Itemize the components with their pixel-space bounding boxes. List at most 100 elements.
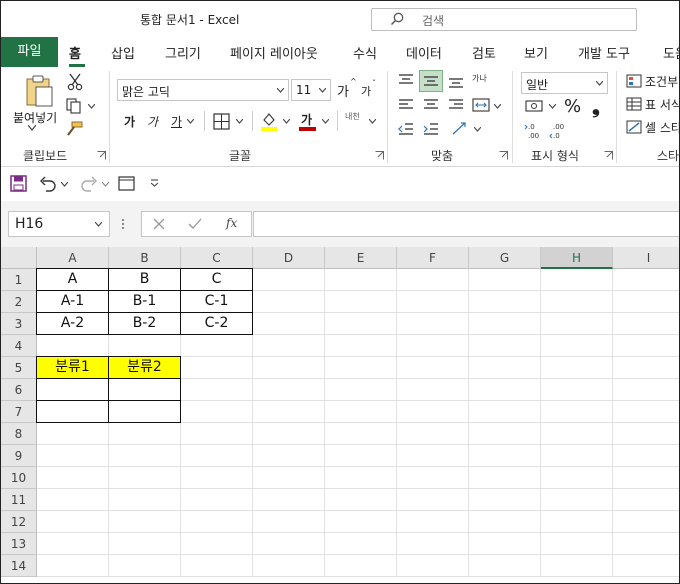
- tab-data[interactable]: 데이터: [406, 43, 442, 62]
- cell-e6[interactable]: [325, 379, 397, 401]
- formula-input[interactable]: [253, 211, 679, 237]
- fill-color-icon[interactable]: [260, 111, 278, 131]
- cell-c12[interactable]: [181, 511, 253, 533]
- customize-qat-icon[interactable]: [150, 178, 159, 187]
- cell-i3[interactable]: [613, 313, 679, 335]
- cell-g1[interactable]: [469, 269, 541, 291]
- cell-c5[interactable]: [181, 357, 253, 379]
- cell-h12[interactable]: [541, 511, 613, 533]
- borders-chevron-down-icon[interactable]: [236, 119, 243, 124]
- cell-g6[interactable]: [469, 379, 541, 401]
- cell-e12[interactable]: [325, 511, 397, 533]
- cell-e1[interactable]: [325, 269, 397, 291]
- cell-e4[interactable]: [325, 335, 397, 357]
- align-left-icon[interactable]: [397, 98, 415, 112]
- cell-h5[interactable]: [541, 357, 613, 379]
- cell-d13[interactable]: [253, 533, 325, 555]
- cell-c7[interactable]: [181, 401, 253, 423]
- increase-decimal-icon[interactable]: .0.00: [524, 121, 546, 139]
- cell-e2[interactable]: [325, 291, 397, 313]
- cell-f8[interactable]: [397, 423, 469, 445]
- tab-review[interactable]: 검토: [472, 43, 496, 62]
- cell-c14[interactable]: [181, 555, 253, 577]
- cell-g12[interactable]: [469, 511, 541, 533]
- cell-b11[interactable]: [109, 489, 181, 511]
- cell-g5[interactable]: [469, 357, 541, 379]
- borders-icon[interactable]: [213, 113, 230, 130]
- row-header-2[interactable]: 2: [1, 291, 37, 313]
- cell-i10[interactable]: [613, 467, 679, 489]
- number-launcher-icon[interactable]: [604, 151, 613, 160]
- save-icon[interactable]: [10, 175, 27, 192]
- cell-b13[interactable]: [109, 533, 181, 555]
- cell-i4[interactable]: [613, 335, 679, 357]
- cell-b1[interactable]: B: [108, 268, 181, 291]
- cell-f5[interactable]: [397, 357, 469, 379]
- cell-h2[interactable]: [541, 291, 613, 313]
- row-header-14[interactable]: 14: [1, 555, 37, 577]
- column-header-h[interactable]: H: [541, 247, 613, 269]
- form-icon[interactable]: [118, 176, 135, 191]
- name-box-chevron-down-icon[interactable]: [95, 222, 102, 227]
- row-header-13[interactable]: 13: [1, 533, 37, 555]
- cell-a6[interactable]: [36, 378, 109, 401]
- cell-f1[interactable]: [397, 269, 469, 291]
- undo-icon[interactable]: [38, 175, 58, 192]
- font-launcher-icon[interactable]: [375, 151, 384, 160]
- paste-icon[interactable]: [23, 73, 55, 109]
- increase-indent-icon[interactable]: [422, 122, 440, 136]
- cell-e5[interactable]: [325, 357, 397, 379]
- font-name-dropdown[interactable]: 맑은 고딕: [117, 79, 289, 101]
- column-header-c[interactable]: C: [181, 247, 253, 269]
- tab-draw[interactable]: 그리기: [165, 43, 201, 62]
- row-header-5[interactable]: 5: [1, 357, 37, 379]
- merge-center-icon[interactable]: [472, 97, 490, 113]
- cell-i7[interactable]: [613, 401, 679, 423]
- cell-d5[interactable]: [253, 357, 325, 379]
- column-header-e[interactable]: E: [325, 247, 397, 269]
- cell-e10[interactable]: [325, 467, 397, 489]
- cell-d1[interactable]: [253, 269, 325, 291]
- tab-page-layout[interactable]: 페이지 레이아웃: [230, 43, 318, 62]
- tab-formulas[interactable]: 수식: [353, 43, 377, 62]
- row-header-12[interactable]: 12: [1, 511, 37, 533]
- cell-g8[interactable]: [469, 423, 541, 445]
- cell-g7[interactable]: [469, 401, 541, 423]
- cell-c6[interactable]: [181, 379, 253, 401]
- cell-a12[interactable]: [37, 511, 109, 533]
- currency-icon[interactable]: [525, 99, 545, 113]
- cell-b2[interactable]: B-1: [108, 290, 181, 313]
- cell-d12[interactable]: [253, 511, 325, 533]
- cell-c2[interactable]: C-1: [180, 290, 253, 313]
- cell-c13[interactable]: [181, 533, 253, 555]
- cell-a3[interactable]: A-2: [36, 312, 109, 335]
- tab-file[interactable]: 파일: [1, 37, 58, 67]
- percent-button[interactable]: %: [564, 96, 581, 117]
- cell-h9[interactable]: [541, 445, 613, 467]
- cell-c11[interactable]: [181, 489, 253, 511]
- cell-d8[interactable]: [253, 423, 325, 445]
- currency-chevron-down-icon[interactable]: [549, 104, 556, 109]
- cell-d7[interactable]: [253, 401, 325, 423]
- cut-icon[interactable]: [67, 73, 83, 91]
- align-center-icon[interactable]: [422, 98, 440, 112]
- conditional-formatting-icon[interactable]: [626, 74, 642, 88]
- tab-view[interactable]: 보기: [524, 43, 548, 62]
- cell-e9[interactable]: [325, 445, 397, 467]
- cell-b12[interactable]: [109, 511, 181, 533]
- column-header-f[interactable]: F: [397, 247, 469, 269]
- cell-f2[interactable]: [397, 291, 469, 313]
- row-header-6[interactable]: 6: [1, 379, 37, 401]
- cell-g11[interactable]: [469, 489, 541, 511]
- cell-f7[interactable]: [397, 401, 469, 423]
- cell-h11[interactable]: [541, 489, 613, 511]
- cell-styles-button[interactable]: 셀 스타: [645, 119, 679, 136]
- cell-a14[interactable]: [37, 555, 109, 577]
- cell-b5[interactable]: 분류2: [108, 356, 181, 379]
- cell-b9[interactable]: [109, 445, 181, 467]
- cell-g10[interactable]: [469, 467, 541, 489]
- comma-style-button[interactable]: ❟: [592, 94, 600, 118]
- italic-button[interactable]: 가: [147, 113, 158, 130]
- wrap-text-button[interactable]: 가나: [472, 73, 487, 84]
- shrink-font-button[interactable]: 가: [361, 83, 371, 99]
